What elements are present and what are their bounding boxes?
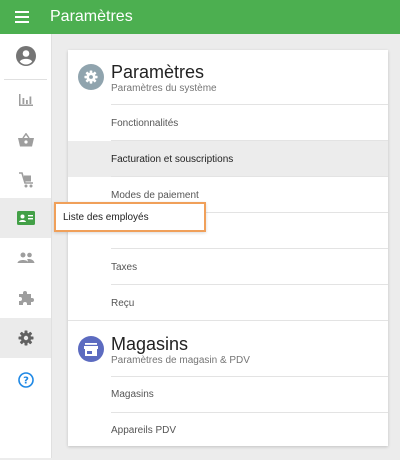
- store-icon: [84, 342, 98, 356]
- settings-item-features[interactable]: Fonctionnalités: [68, 105, 388, 141]
- gear-icon: [18, 330, 33, 346]
- settings-item-billing[interactable]: Facturation et souscriptions: [68, 141, 388, 177]
- settings-section-title: Paramètres: [111, 62, 205, 82]
- settings-item-receipt[interactable]: Reçu: [68, 285, 388, 321]
- sidebar-item-account[interactable]: [0, 36, 51, 76]
- settings-item-label: Facturation et souscriptions: [111, 153, 234, 165]
- bar-chart-icon: [18, 94, 33, 106]
- settings-section-icon: [78, 64, 104, 90]
- account-icon: [15, 46, 36, 66]
- stores-item-label: Magasins: [111, 388, 154, 400]
- stores-section-subtitle: Paramètres de magasin & PDV: [111, 355, 250, 366]
- sidebar-item-inventory[interactable]: [0, 160, 51, 200]
- sidebar-item-employees[interactable]: [0, 198, 51, 238]
- sidebar-item-settings[interactable]: [0, 318, 51, 358]
- help-icon: ?: [17, 372, 34, 388]
- cart-icon: [18, 172, 33, 188]
- settings-item-taxes[interactable]: Taxes: [68, 249, 388, 285]
- stores-section-title: Magasins: [111, 334, 189, 354]
- menu-icon: [15, 11, 29, 23]
- sidebar-item-items[interactable]: [0, 120, 51, 160]
- section-divider: [68, 320, 388, 321]
- settings-card: Paramètres Paramètres du système Fonctio…: [68, 50, 388, 446]
- basket-icon: [17, 133, 34, 147]
- settings-item-label: Fonctionnalités: [111, 117, 179, 129]
- hamburger-menu-button[interactable]: [0, 0, 44, 34]
- settings-section-header: Paramètres Paramètres du système: [68, 50, 388, 108]
- app-bar: Paramètres: [0, 0, 400, 34]
- stores-item-label: Appareils PDV: [111, 424, 177, 436]
- sidebar-tooltip: Liste des employés: [54, 202, 206, 232]
- puzzle-icon: [18, 291, 34, 305]
- settings-item-label: Reçu: [111, 297, 135, 309]
- settings-section-subtitle: Paramètres du système: [111, 83, 217, 94]
- stores-item-pos-devices[interactable]: Appareils PDV: [68, 412, 388, 448]
- stores-section-icon: [78, 336, 104, 362]
- people-icon: [17, 252, 34, 263]
- sidebar-item-help[interactable]: ?: [0, 360, 51, 400]
- gear-icon: [84, 70, 98, 84]
- sidebar-item-reports[interactable]: [0, 80, 51, 120]
- stores-item-stores[interactable]: Magasins: [68, 376, 388, 412]
- sidebar-item-customers[interactable]: [0, 238, 51, 278]
- stores-section-header: Magasins Paramètres de magasin & PDV: [68, 322, 388, 380]
- svg-text:?: ?: [23, 376, 29, 387]
- page-title: Paramètres: [50, 8, 133, 25]
- tooltip-label: Liste des employés: [63, 211, 149, 223]
- sidebar-item-integrations[interactable]: [0, 278, 51, 318]
- settings-item-label: Taxes: [111, 261, 138, 273]
- settings-item-label: Modes de paiement: [111, 189, 199, 201]
- employee-card-icon: [16, 211, 35, 225]
- sidebar: ?: [0, 34, 52, 458]
